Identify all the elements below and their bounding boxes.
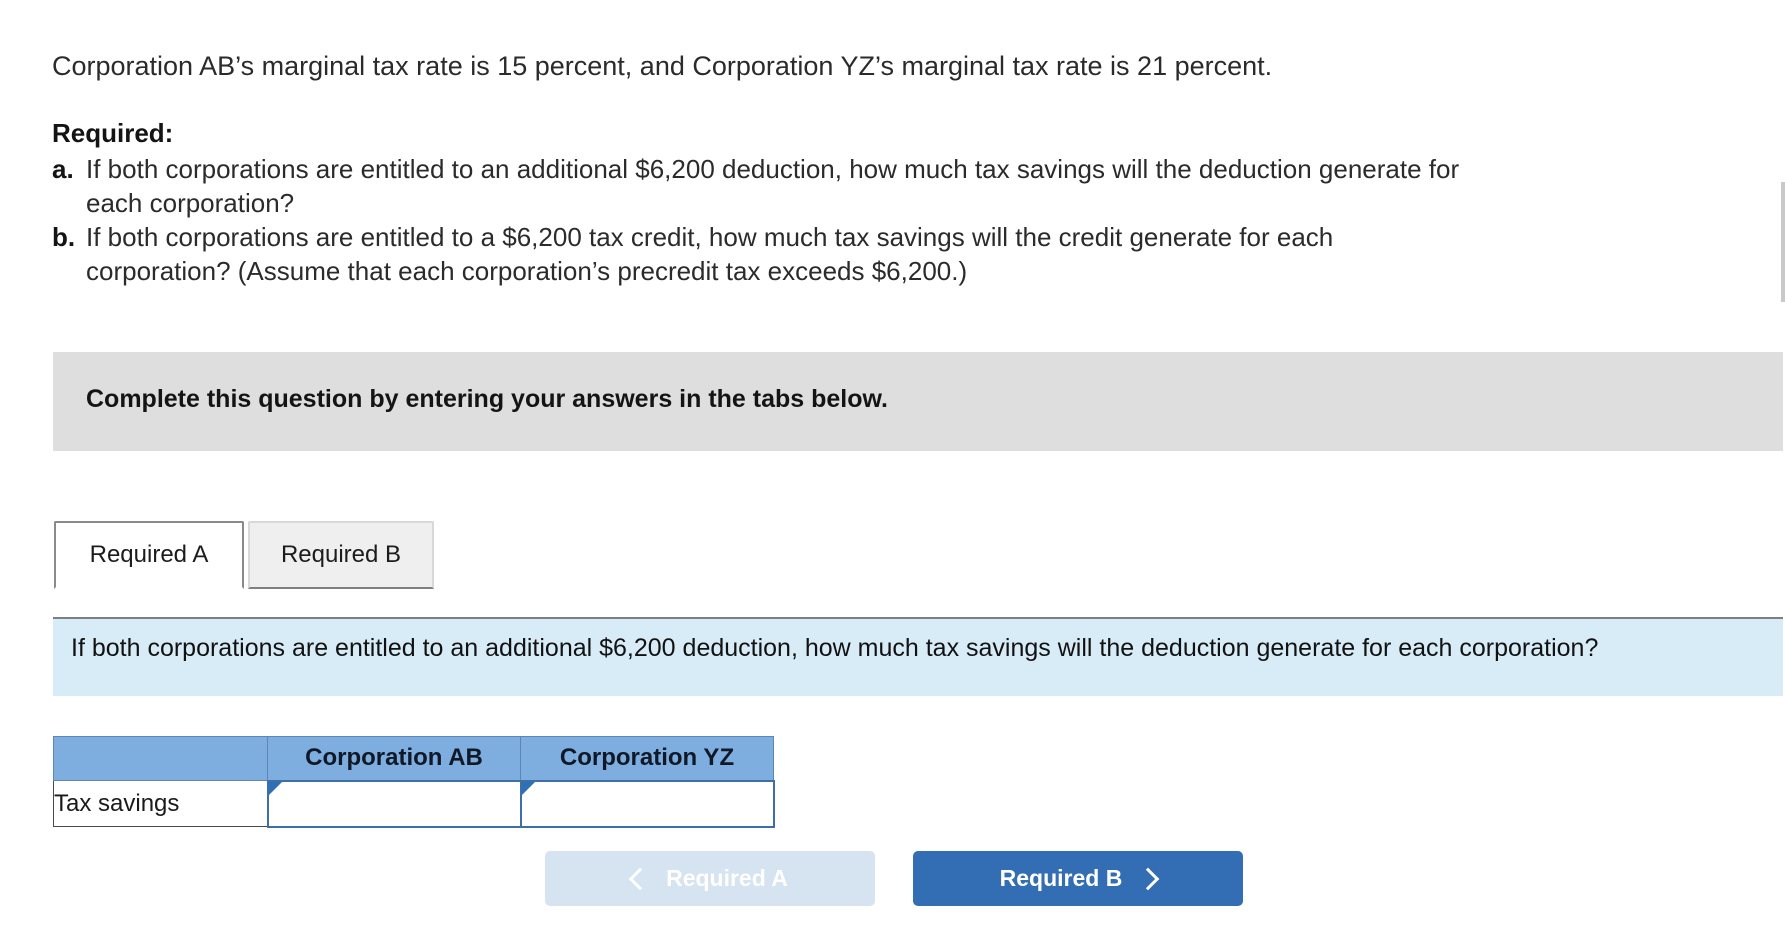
next-required-b-button[interactable]: Required B xyxy=(913,851,1243,906)
table-row: Tax savings xyxy=(53,779,775,828)
input-value-corporation-ab[interactable] xyxy=(269,782,520,826)
required-item-a-line2: each corporation? xyxy=(86,188,295,218)
next-required-b-label: Required B xyxy=(999,865,1123,891)
question-page: Corporation AB’s marginal tax rate is 15… xyxy=(0,0,1785,949)
answer-table-body: Tax savings xyxy=(53,779,775,828)
required-item-b-marker: b. xyxy=(52,222,76,252)
prev-required-a-label: Required A xyxy=(666,865,788,891)
instruction-banner-text: Complete this question by entering your … xyxy=(86,385,888,413)
question-panel: If both corporations are entitled to an … xyxy=(53,617,1783,696)
scrollbar[interactable] xyxy=(1781,182,1785,302)
required-item-b-line1: If both corporations are entitled to a $… xyxy=(86,222,1334,252)
required-item-a: a. If both corporations are entitled to … xyxy=(52,152,1785,220)
chevron-right-icon xyxy=(1137,867,1160,890)
tab-required-a-label: Required A xyxy=(89,541,209,568)
table-corner-header xyxy=(53,736,268,781)
required-item-a-marker: a. xyxy=(52,154,74,184)
input-cell-corporation-yz[interactable] xyxy=(519,779,775,828)
problem-statement: Corporation AB’s marginal tax rate is 15… xyxy=(52,51,1273,81)
table-header-corporation-yz: Corporation YZ xyxy=(520,736,774,781)
required-item-b-text: If both corporations are entitled to a $… xyxy=(86,220,1785,288)
required-section: Required: a. If both corporations are en… xyxy=(52,116,1785,288)
cell-marker-icon xyxy=(521,781,535,795)
prev-required-a-button[interactable]: Required A xyxy=(545,851,875,906)
required-heading: Required: xyxy=(52,118,174,148)
required-item-a-line1: If both corporations are entitled to an … xyxy=(86,154,1460,184)
row-label-tax-savings: Tax savings xyxy=(53,780,268,827)
required-item-b: b. If both corporations are entitled to … xyxy=(52,220,1785,288)
footer-navigation: Required A Required B xyxy=(545,851,1243,906)
table-header-row: Corporation AB Corporation YZ xyxy=(53,736,774,781)
tab-required-a[interactable]: Required A xyxy=(54,521,244,589)
required-item-a-text: If both corporations are entitled to an … xyxy=(86,152,1785,220)
input-cell-corporation-ab[interactable] xyxy=(266,779,522,828)
required-item-b-line2: corporation? (Assume that each corporati… xyxy=(86,256,968,286)
table-header-corporation-ab: Corporation AB xyxy=(267,736,521,781)
tab-bar: Required A Required B xyxy=(54,521,434,589)
chevron-left-icon xyxy=(628,867,652,890)
answer-table-head: Corporation AB Corporation YZ xyxy=(53,736,774,781)
instruction-banner: Complete this question by entering your … xyxy=(53,352,1783,451)
answer-table: Corporation AB Corporation YZ Tax saving… xyxy=(53,736,775,828)
tab-required-b[interactable]: Required B xyxy=(248,521,434,589)
tab-required-b-label: Required B xyxy=(280,541,402,568)
question-panel-text: If both corporations are entitled to an … xyxy=(71,634,1599,662)
cell-marker-icon xyxy=(268,781,282,795)
input-value-corporation-yz[interactable] xyxy=(522,782,773,826)
